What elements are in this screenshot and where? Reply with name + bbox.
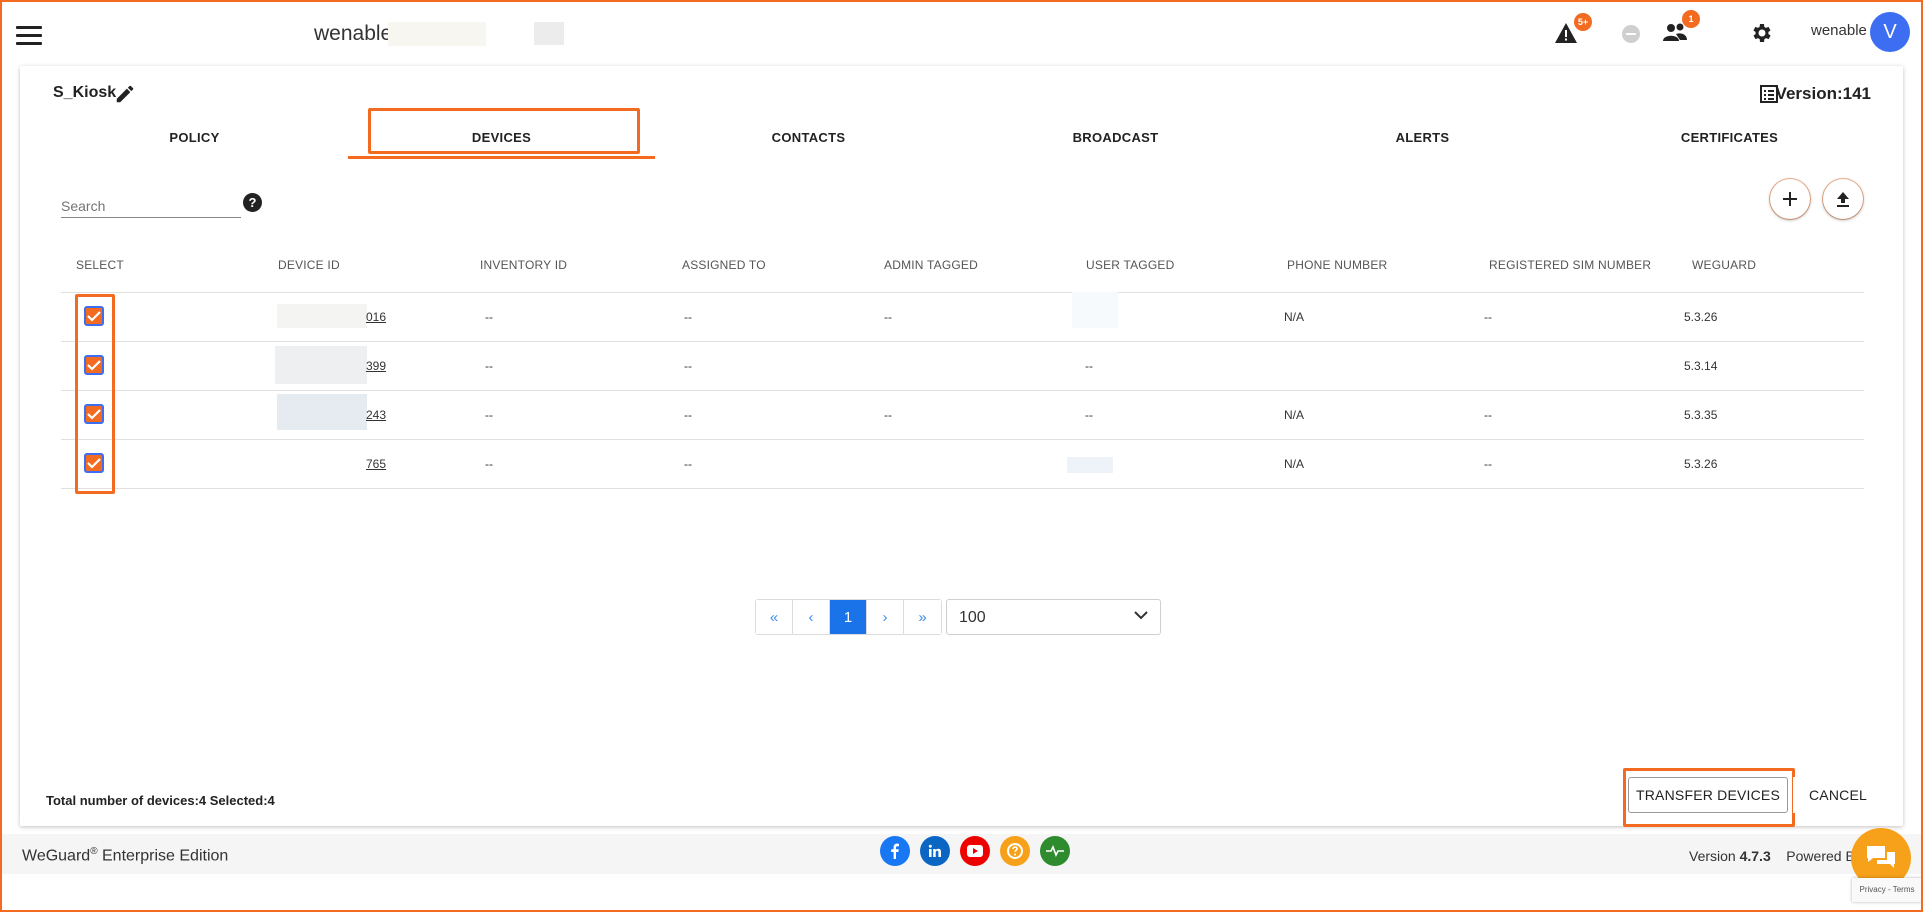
main-card bbox=[20, 66, 1903, 826]
upload-icon bbox=[1837, 192, 1849, 207]
header-admin-tagged[interactable]: ADMIN TAGGED bbox=[884, 258, 978, 272]
plus-icon bbox=[1783, 192, 1797, 206]
version-number: 4.7.3 bbox=[1739, 848, 1771, 864]
top-bar: wenable 5+ 1 wenable V bbox=[0, 0, 1923, 67]
hamburger-menu-icon[interactable] bbox=[16, 26, 42, 46]
phone-cell: N/A bbox=[1284, 408, 1305, 422]
tab-highlight-box bbox=[368, 108, 640, 154]
page-size-select[interactable]: 100 bbox=[946, 599, 1161, 635]
prev-page-button[interactable]: ‹ bbox=[793, 600, 830, 634]
tab-broadcast[interactable]: BROADCAST bbox=[962, 128, 1269, 158]
phone-cell: N/A bbox=[1284, 457, 1305, 471]
redacted-text bbox=[275, 346, 367, 384]
select-column-highlight bbox=[75, 294, 115, 494]
device-id-link[interactable]: 243 bbox=[366, 408, 386, 422]
row-divider bbox=[61, 390, 1864, 391]
header-phone-number[interactable]: PHONE NUMBER bbox=[1287, 258, 1387, 272]
first-page-button[interactable]: « bbox=[756, 600, 793, 634]
page-1-button[interactable]: 1 bbox=[830, 600, 867, 634]
registered-mark: ® bbox=[90, 846, 98, 857]
next-page-button[interactable]: › bbox=[867, 600, 904, 634]
profile-name: S_Kiosk bbox=[53, 84, 117, 101]
footer-version: Version 4.7.3 Powered By bbox=[1689, 848, 1862, 864]
row-divider bbox=[61, 341, 1864, 342]
phone-cell: N/A bbox=[1284, 310, 1305, 324]
inventory-id-cell: -- bbox=[485, 359, 493, 373]
header-assigned-to[interactable]: ASSIGNED TO bbox=[682, 258, 766, 272]
tab-policy[interactable]: POLICY bbox=[41, 128, 348, 158]
upload-button[interactable] bbox=[1823, 179, 1863, 219]
chat-icon bbox=[1867, 846, 1895, 868]
edition-suffix: Enterprise Edition bbox=[97, 847, 229, 865]
tab-contacts[interactable]: CONTACTS bbox=[655, 128, 962, 158]
sim-cell: -- bbox=[1484, 310, 1492, 324]
assigned-to-cell: -- bbox=[684, 457, 692, 471]
add-device-button[interactable] bbox=[1770, 179, 1810, 219]
sim-cell: -- bbox=[1484, 457, 1492, 471]
header-device-id[interactable]: DEVICE ID bbox=[278, 258, 340, 272]
devices-summary: Total number of devices:4 Selected:4 bbox=[46, 793, 275, 808]
device-id-link[interactable]: 399 bbox=[366, 359, 386, 373]
search-input[interactable] bbox=[61, 192, 241, 218]
facebook-icon[interactable] bbox=[880, 836, 910, 866]
assigned-to-cell: -- bbox=[684, 408, 692, 422]
transfer-button-highlight bbox=[1623, 768, 1795, 827]
gear-icon[interactable] bbox=[1749, 21, 1773, 50]
tab-alerts[interactable]: ALERTS bbox=[1269, 128, 1576, 158]
heartbeat-icon[interactable] bbox=[1040, 836, 1070, 866]
admin-tagged-cell: -- bbox=[884, 310, 892, 324]
alert-badge: 5+ bbox=[1574, 13, 1592, 31]
linkedin-icon[interactable] bbox=[920, 836, 950, 866]
sim-cell: -- bbox=[1484, 408, 1492, 422]
header-select[interactable]: SELECT bbox=[76, 258, 124, 272]
pagination: « ‹ 1 › » bbox=[755, 599, 942, 635]
status-icon[interactable] bbox=[1622, 25, 1640, 43]
weguard-version-cell: 5.3.26 bbox=[1684, 310, 1718, 324]
active-tab-indicator bbox=[348, 156, 655, 159]
users-badge: 1 bbox=[1682, 10, 1700, 28]
inventory-id-cell: -- bbox=[485, 408, 493, 422]
device-id-link[interactable]: 765 bbox=[366, 457, 386, 471]
last-page-button[interactable]: » bbox=[904, 600, 941, 634]
youtube-icon[interactable] bbox=[960, 836, 990, 866]
device-id-link[interactable]: 016 bbox=[366, 310, 386, 324]
recaptcha-badge[interactable]: Privacy - Terms bbox=[1852, 878, 1922, 902]
tab-certificates[interactable]: CERTIFICATES bbox=[1576, 128, 1883, 158]
redacted-text bbox=[534, 22, 564, 45]
edition-label: WeGuard® Enterprise Edition bbox=[22, 846, 228, 865]
cancel-button[interactable]: CANCEL bbox=[1793, 777, 1883, 813]
redacted-text bbox=[277, 304, 367, 328]
inventory-id-cell: -- bbox=[485, 457, 493, 471]
assigned-to-cell: -- bbox=[684, 359, 692, 373]
header-inventory-id[interactable]: INVENTORY ID bbox=[480, 258, 567, 272]
redacted-text bbox=[277, 394, 367, 430]
header-registered-sim[interactable]: REGISTERED SIM NUMBER bbox=[1489, 258, 1651, 272]
weguard-version-cell: 5.3.26 bbox=[1684, 457, 1718, 471]
user-tagged-cell: -- bbox=[1085, 359, 1093, 373]
header-user-tagged[interactable]: USER TAGGED bbox=[1086, 258, 1174, 272]
row-divider bbox=[61, 439, 1864, 440]
user-name[interactable]: wenable bbox=[1811, 22, 1867, 39]
version-label: Version:141 bbox=[1775, 84, 1871, 103]
redacted-text bbox=[388, 22, 486, 46]
version-prefix: Version bbox=[1689, 848, 1740, 864]
user-tagged-cell: -- bbox=[1085, 408, 1093, 422]
edition-brand: WeGuard bbox=[22, 847, 91, 865]
header-weguard[interactable]: WEGUARD bbox=[1692, 258, 1756, 272]
help-icon[interactable] bbox=[1000, 836, 1030, 866]
help-icon[interactable]: ? bbox=[243, 193, 262, 212]
weguard-version-cell: 5.3.14 bbox=[1684, 359, 1718, 373]
chevron-down-icon[interactable] bbox=[1132, 606, 1150, 629]
row-divider bbox=[61, 488, 1864, 489]
avatar[interactable]: V bbox=[1870, 12, 1910, 52]
inventory-id-cell: -- bbox=[485, 310, 493, 324]
admin-tagged-cell: -- bbox=[884, 408, 892, 422]
weguard-version-cell: 5.3.35 bbox=[1684, 408, 1718, 422]
edit-icon[interactable] bbox=[114, 83, 136, 110]
redacted-text bbox=[1072, 292, 1118, 328]
assigned-to-cell: -- bbox=[684, 310, 692, 324]
redacted-text bbox=[1067, 457, 1113, 473]
brand-name: wenable bbox=[314, 22, 393, 45]
row-divider bbox=[61, 292, 1864, 293]
